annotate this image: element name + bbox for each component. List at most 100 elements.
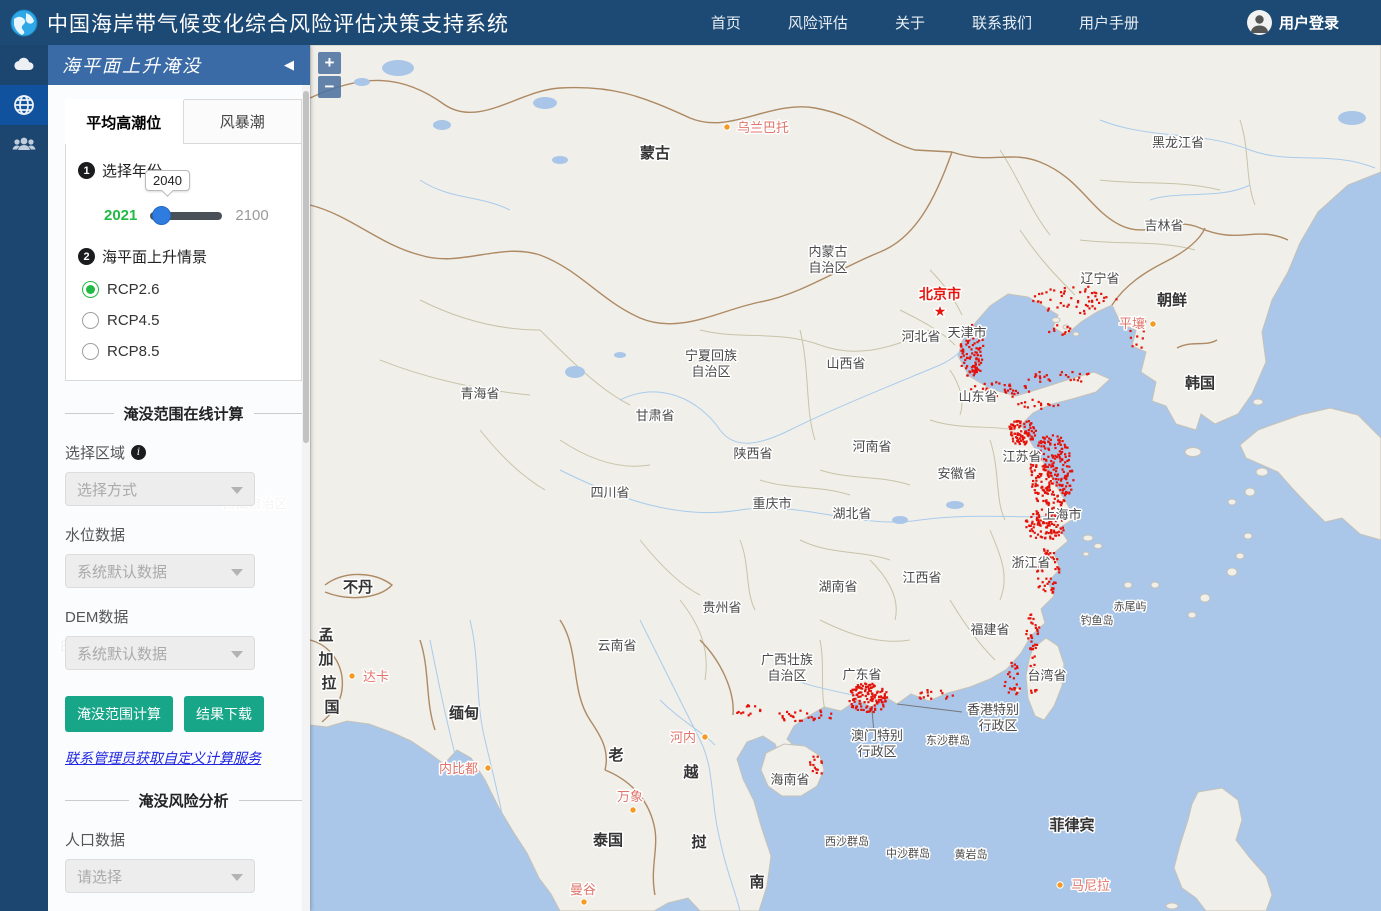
rail-item-globe-icon[interactable] <box>0 85 48 125</box>
dem-select[interactable]: 系统默认数据 <box>65 636 255 670</box>
population-select[interactable]: 请选择 <box>65 859 255 893</box>
svg-text:钓鱼岛: 钓鱼岛 <box>1081 613 1114 627</box>
field-water-level-label: 水位数据 <box>65 524 302 545</box>
region-label: 选择区域 <box>65 442 125 463</box>
svg-text:南: 南 <box>749 873 764 891</box>
panel-collapse-button[interactable]: ◀ <box>284 58 296 73</box>
svg-text:拉: 拉 <box>321 674 336 692</box>
map-zoom-control: + − <box>318 52 341 100</box>
chevron-down-icon <box>231 651 243 658</box>
svg-text:甘肃省: 甘肃省 <box>635 408 674 423</box>
section-divider-online-calc: 淹没范围在线计算 <box>65 403 302 424</box>
download-results-button[interactable]: 结果下载 <box>184 696 264 732</box>
svg-text:行政区: 行政区 <box>978 718 1017 733</box>
svg-text:蒙古: 蒙古 <box>640 144 670 162</box>
svg-text:辽宁省: 辽宁省 <box>1080 271 1119 286</box>
svg-text:青海省: 青海省 <box>460 386 499 401</box>
chevron-down-icon <box>231 874 243 881</box>
svg-text:★: ★ <box>934 303 947 319</box>
year-slider-tooltip: 2040 <box>145 170 190 191</box>
tab-bar: 平均高潮位 风暴潮 <box>66 100 301 144</box>
app-logo-globe-icon <box>10 9 38 37</box>
step2-label-row: 2 海平面上升情景 <box>78 246 289 267</box>
svg-text:陕西省: 陕西省 <box>733 446 772 461</box>
svg-text:内蒙古: 内蒙古 <box>808 244 847 259</box>
population-label: 人口数据 <box>65 829 125 850</box>
tab-storm-surge[interactable]: 风暴潮 <box>184 100 302 143</box>
zoom-in-button[interactable]: + <box>318 52 341 74</box>
radio-rcp45[interactable]: RCP4.5 <box>82 312 289 329</box>
svg-text:四川省: 四川省 <box>590 485 629 500</box>
svg-text:河南省: 河南省 <box>852 439 891 454</box>
population-placeholder: 请选择 <box>77 866 122 887</box>
svg-text:曼谷: 曼谷 <box>570 882 596 897</box>
svg-text:黄岩岛: 黄岩岛 <box>955 847 988 861</box>
svg-text:乌兰巴托: 乌兰巴托 <box>737 120 789 135</box>
login-label: 用户登录 <box>1279 12 1339 33</box>
svg-text:万象: 万象 <box>617 789 643 804</box>
nav-item-about[interactable]: 关于 <box>895 12 925 33</box>
svg-text:韩国: 韩国 <box>1185 374 1215 392</box>
svg-text:河内: 河内 <box>670 730 696 745</box>
radio-rcp85[interactable]: RCP8.5 <box>82 343 289 360</box>
svg-text:贵州省: 贵州省 <box>702 600 741 615</box>
svg-text:安徽省: 安徽省 <box>937 466 976 481</box>
left-icon-rail <box>0 45 48 911</box>
water-level-label: 水位数据 <box>65 524 125 545</box>
svg-text:湖南省: 湖南省 <box>818 579 857 594</box>
main-nav: 首页 风险评估 关于 联系我们 用户手册 <box>711 12 1139 33</box>
chevron-down-icon <box>231 569 243 576</box>
svg-text:北京市: 北京市 <box>919 286 961 302</box>
svg-text:国: 国 <box>324 699 339 716</box>
field-region-label: 选择区域 i <box>65 442 302 463</box>
svg-text:宁夏回族: 宁夏回族 <box>685 348 737 363</box>
region-select[interactable]: 选择方式 <box>65 472 255 506</box>
zoom-out-button[interactable]: − <box>318 76 341 98</box>
nav-item-user-manual[interactable]: 用户手册 <box>1079 12 1139 33</box>
svg-text:行政区: 行政区 <box>857 744 896 759</box>
nav-item-risk-assessment[interactable]: 风险评估 <box>788 12 848 33</box>
svg-text:马尼拉: 马尼拉 <box>1071 878 1110 893</box>
svg-text:广东省: 广东省 <box>842 667 881 682</box>
chevron-down-icon <box>231 487 243 494</box>
slider-track[interactable] <box>150 212 222 220</box>
user-login[interactable]: 用户登录 <box>1247 10 1339 35</box>
info-icon: i <box>131 445 146 460</box>
nav-item-contact[interactable]: 联系我们 <box>972 12 1032 33</box>
step2-number-badge: 2 <box>78 248 95 265</box>
top-navbar: 中国海岸带气候变化综合风险评估决策支持系统 首页 风险评估 关于 联系我们 用户… <box>0 0 1381 45</box>
svg-text:越: 越 <box>682 763 699 781</box>
slider-handle[interactable] <box>152 206 171 225</box>
rail-item-users-icon[interactable] <box>0 125 48 165</box>
year-slider[interactable]: 2040 2021 2100 <box>104 207 289 224</box>
section2-title: 淹没风险分析 <box>139 790 229 811</box>
svg-text:福建省: 福建省 <box>970 622 1009 637</box>
svg-text:澳门特别: 澳门特别 <box>851 728 903 743</box>
svg-text:老: 老 <box>607 746 623 764</box>
tab-mean-high-tide[interactable]: 平均高潮位 <box>65 99 184 144</box>
panel-body: 平均高潮位 风暴潮 1 选择年份 2040 2021 2100 <box>48 85 302 911</box>
panel-scrollbar[interactable] <box>302 85 310 911</box>
contact-admin-link[interactable]: 联系管理员获取自定义计算服务 <box>65 748 302 768</box>
svg-text:江苏省: 江苏省 <box>1002 449 1041 464</box>
region-select-placeholder: 选择方式 <box>77 479 137 500</box>
svg-text:山西省: 山西省 <box>826 356 865 371</box>
svg-text:平壤: 平壤 <box>1119 316 1145 331</box>
panel-scrollbar-thumb[interactable] <box>303 91 309 443</box>
svg-text:重庆市: 重庆市 <box>752 496 791 511</box>
dem-placeholder: 系统默认数据 <box>77 643 167 664</box>
svg-text:广西壮族: 广西壮族 <box>761 652 813 667</box>
rail-item-cloud-icon[interactable] <box>0 45 48 85</box>
inundation-calc-button[interactable]: 淹没范围计算 <box>65 696 173 732</box>
svg-text:台湾省: 台湾省 <box>1027 668 1066 683</box>
water-level-select[interactable]: 系统默认数据 <box>65 554 255 588</box>
panel-title: 海平面上升淹没 <box>62 52 202 78</box>
radio-rcp26[interactable]: RCP2.6 <box>82 281 289 298</box>
section-divider-risk-analysis: 淹没风险分析 <box>65 790 302 811</box>
nav-item-home[interactable]: 首页 <box>711 12 741 33</box>
section1-title: 淹没范围在线计算 <box>124 403 244 424</box>
svg-text:山东省: 山东省 <box>958 389 997 404</box>
svg-text:缅甸: 缅甸 <box>449 704 479 722</box>
scenario-card: 平均高潮位 风暴潮 1 选择年份 2040 2021 2100 <box>65 99 302 381</box>
svg-text:天津市: 天津市 <box>947 325 986 340</box>
